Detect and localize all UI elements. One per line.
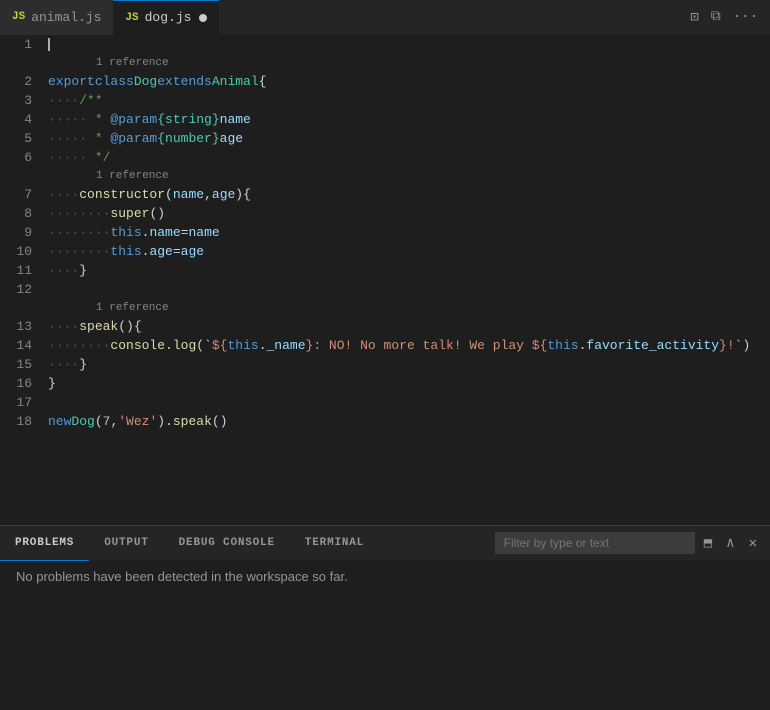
maximize-panel-button[interactable]: ⬒ [699,532,717,555]
code-line-3: ····/** [48,91,770,110]
editor-content[interactable]: 1·23456·789101112·131415161718 1 referen… [0,35,770,525]
tab-animal-label: animal.js [31,10,101,25]
code-line-14: ········console.log(`${this._name}: NO! … [48,336,770,355]
code-area[interactable]: 1 referenceexport class Dog extends Anim… [40,35,770,525]
code-line-11: ····} [48,261,770,280]
panel-content: No problems have been detected in the wo… [0,561,770,592]
code-line-2: export class Dog extends Animal { [48,72,770,91]
editor: 1·23456·789101112·131415161718 1 referen… [0,35,770,525]
tab-problems[interactable]: PROBLEMS [0,526,89,561]
tab-dog-label: dog.js [145,10,192,25]
code-line-10: ········this.age = age [48,242,770,261]
line-numbers: 1·23456·789101112·131415161718 [0,35,40,525]
tab-animal-js[interactable]: JS animal.js [0,0,113,35]
close-panel-button[interactable]: ✕ [744,532,762,555]
code-line-4: ····· * @param {string} name [48,110,770,129]
no-problems-message: No problems have been detected in the wo… [16,569,348,584]
more-button[interactable]: ··· [729,5,762,29]
code-line-17 [48,393,770,412]
tab-output[interactable]: OUTPUT [89,526,163,561]
code-line-6: ····· */ [48,148,770,167]
tab-actions: ⊡ ⧉ ··· [686,5,770,30]
code-line-1 [48,35,770,54]
code-line-7: ····constructor(name, age) { [48,185,770,204]
code-line-15: ····} [48,355,770,374]
split-editor-button[interactable]: ⊡ [686,5,702,30]
code-line-18: new Dog(7, 'Wez').speak() [48,412,770,431]
tab-unsaved-indicator[interactable] [199,14,207,22]
tab-bar: JS animal.js JS dog.js ⊡ ⧉ ··· [0,0,770,35]
code-line-5: ····· * @param {number} age [48,129,770,148]
code-line-16: } [48,374,770,393]
code-line-13: ····speak() { [48,317,770,336]
filter-input[interactable] [495,532,695,554]
panel-tabs: PROBLEMS OUTPUT DEBUG CONSOLE TERMINAL ⬒… [0,526,770,561]
tab-terminal[interactable]: TERMINAL [290,526,379,561]
layout-button[interactable]: ⧉ [707,5,725,29]
tab-dog-js[interactable]: JS dog.js [113,0,219,35]
tab-debug-console[interactable]: DEBUG CONSOLE [164,526,290,561]
bottom-panel: PROBLEMS OUTPUT DEBUG CONSOLE TERMINAL ⬒… [0,525,770,700]
panel-filter: ⬒ ∧ ✕ [495,532,770,555]
js-icon: JS [12,11,25,23]
code-line-12 [48,280,770,299]
code-line-8: ········super() [48,204,770,223]
js-icon-2: JS [125,12,138,24]
chevron-up-button[interactable]: ∧ [721,532,739,555]
code-line-9: ········this.name = name [48,223,770,242]
